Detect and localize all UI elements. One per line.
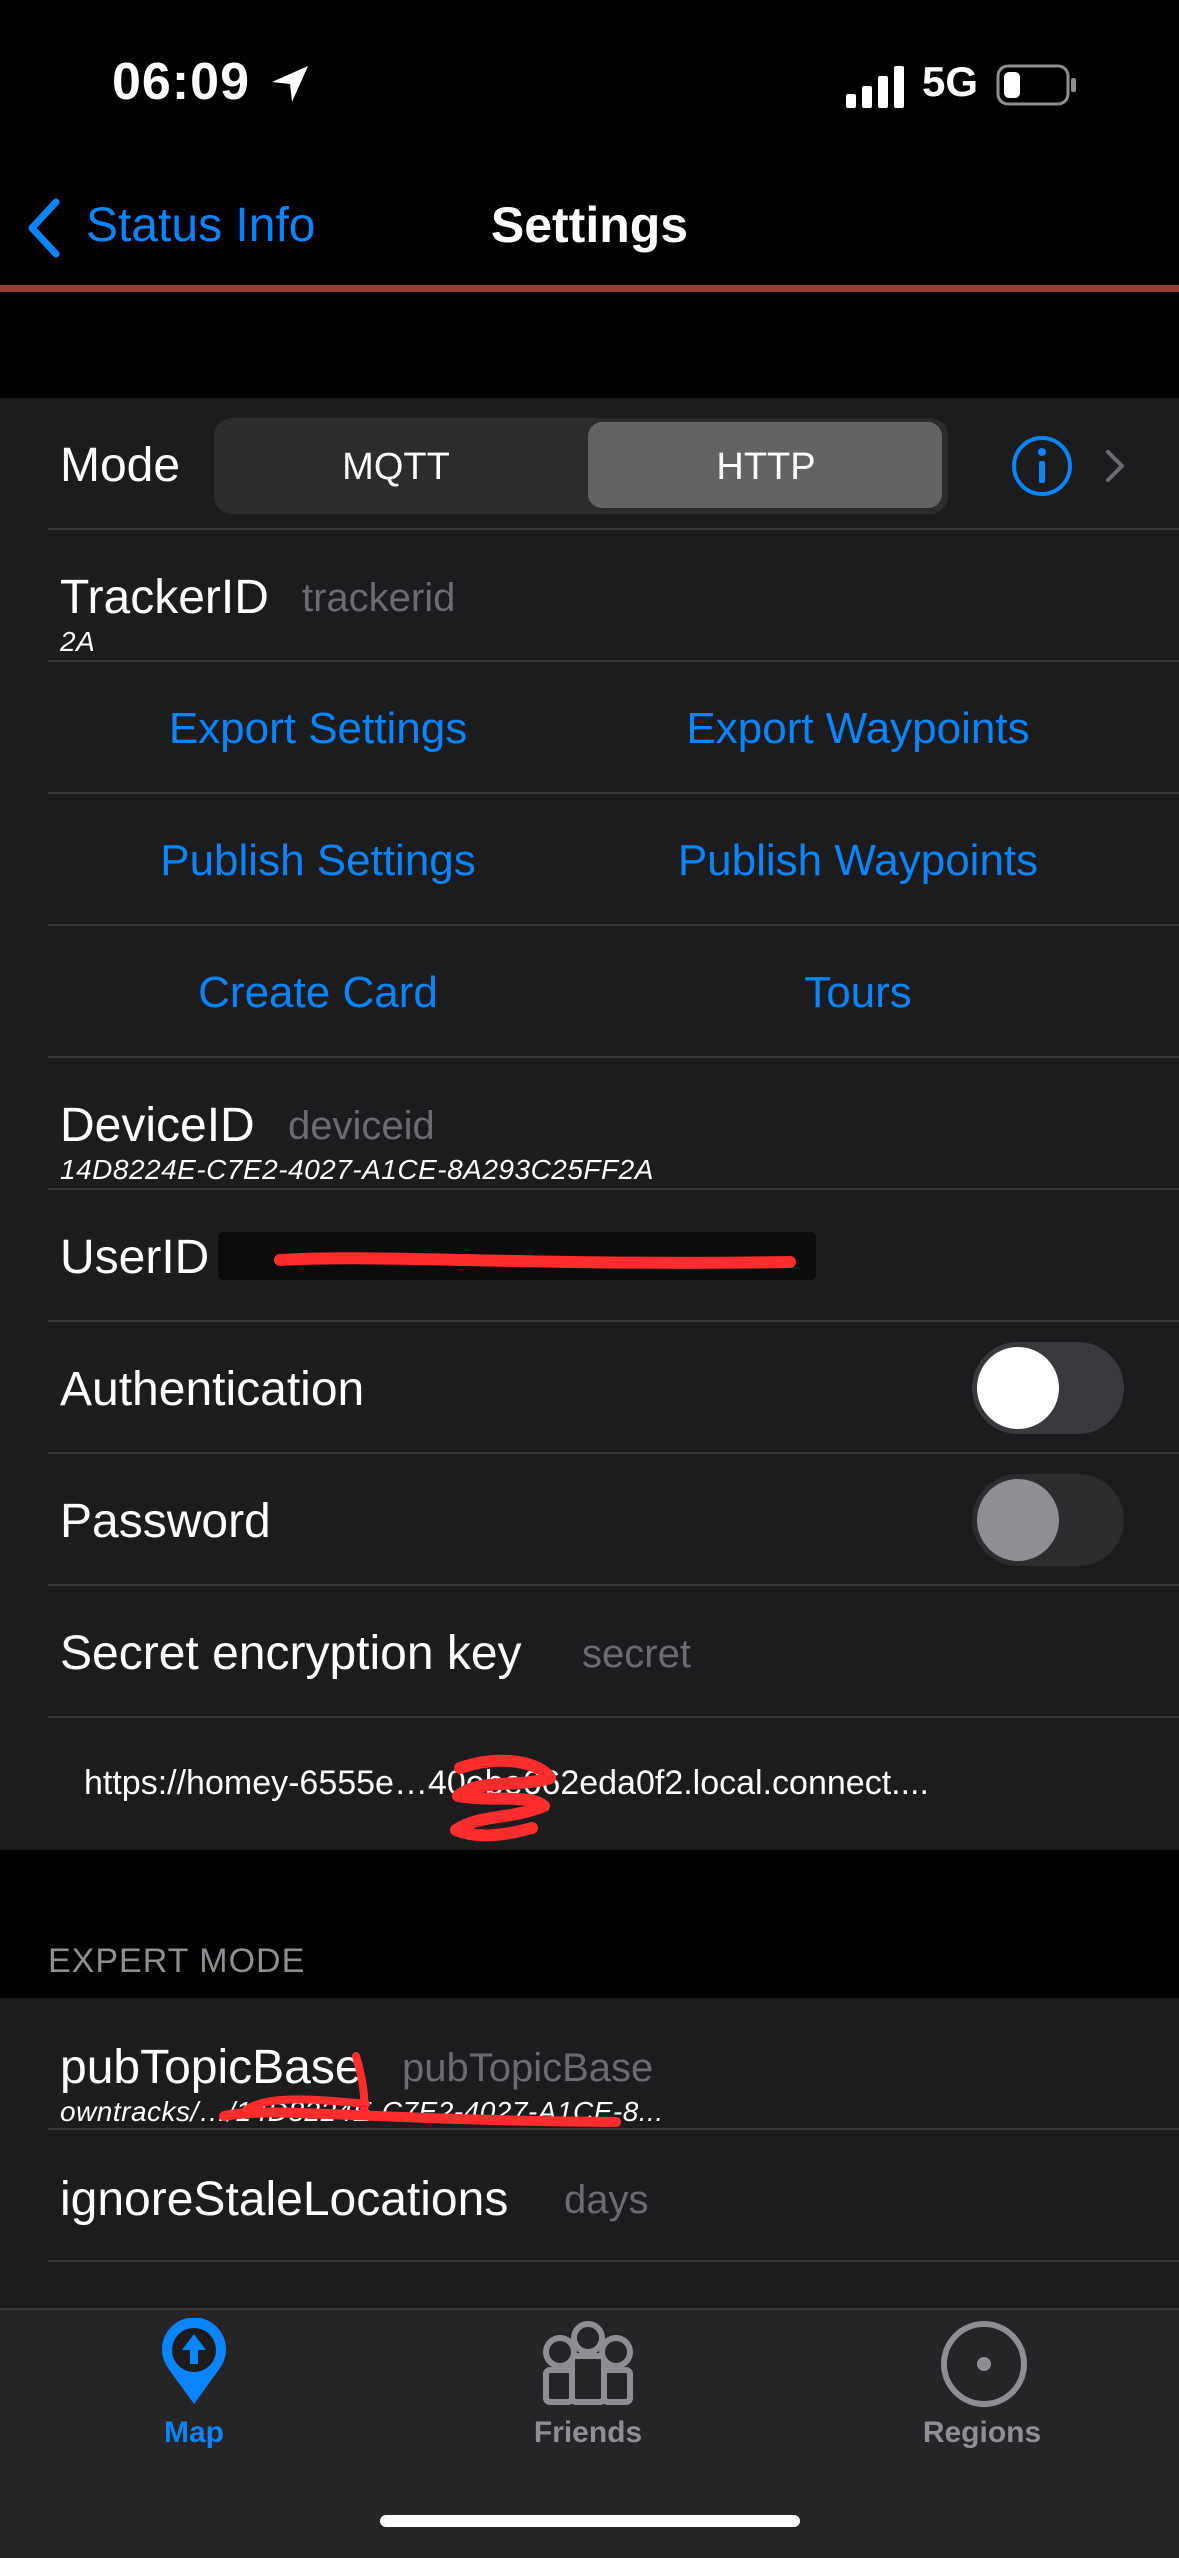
progress-bar [0,285,1179,292]
toggle-knob [977,1479,1059,1561]
separator [48,1452,1179,1454]
page-title: Settings [490,197,689,253]
userid-label: UserID [60,1231,210,1284]
authentication-label: Authentication [60,1363,365,1416]
mode-label: Mode [60,439,181,492]
disclosure-chevron-icon[interactable] [1104,448,1126,484]
tab-map-label[interactable]: Map [64,2416,324,2450]
authentication-toggle[interactable] [972,1342,1124,1434]
regions-icon [941,2321,1027,2407]
redaction-scribble [450,1754,556,1842]
separator [48,528,1179,530]
section-header: EXPERT MODE [48,1942,306,1980]
password-label: Password [60,1495,271,1548]
publish-waypoints-button[interactable]: Publish Waypoints [588,836,1128,886]
signal-icon [846,66,904,108]
mode-option-http[interactable]: HTTP [586,446,946,489]
deviceid-input[interactable]: deviceid [288,1104,435,1149]
ignorestale-label: ignoreStaleLocations [60,2173,509,2226]
password-toggle[interactable] [972,1474,1124,1566]
separator [48,2260,1179,2262]
publish-settings-button[interactable]: Publish Settings [48,836,588,886]
redaction-scribble [219,2052,621,2127]
friends-icon [543,2321,633,2405]
home-indicator [380,2515,800,2527]
tab-friends-label[interactable]: Friends [458,2416,718,2450]
location-arrow-icon [272,66,308,102]
trackerid-input[interactable]: trackerid [302,576,455,621]
ignorestale-input[interactable]: days [564,2178,649,2223]
map-pin-icon [162,2318,226,2404]
trackerid-value: 2A [60,626,96,657]
trackerid-label: TrackerID [60,571,269,624]
separator [48,1188,1179,1190]
separator [48,1716,1179,1718]
separator [48,924,1179,926]
toggle-knob [977,1347,1059,1429]
secret-label: Secret encryption key [60,1627,522,1680]
export-waypoints-button[interactable]: Export Waypoints [588,704,1128,754]
network-type: 5G [922,58,979,105]
secret-input[interactable]: secret [582,1632,691,1677]
separator [48,660,1179,662]
tab-regions-label[interactable]: Regions [852,2416,1112,2450]
battery-icon [996,64,1076,106]
redaction-scribble [274,1252,796,1269]
deviceid-value: 14D8224E-C7E2-4027-A1CE-8A293C25FF2A [60,1154,654,1185]
separator [48,1056,1179,1058]
separator [48,792,1179,794]
info-icon[interactable] [1010,434,1074,498]
deviceid-label: DeviceID [60,1099,255,1152]
create-card-button[interactable]: Create Card [48,968,588,1018]
separator [48,1584,1179,1586]
status-time: 06:09 [112,53,250,111]
export-settings-button[interactable]: Export Settings [48,704,588,754]
tours-button[interactable]: Tours [588,968,1128,1018]
separator [48,1320,1179,1322]
mode-option-mqtt[interactable]: MQTT [216,446,576,489]
